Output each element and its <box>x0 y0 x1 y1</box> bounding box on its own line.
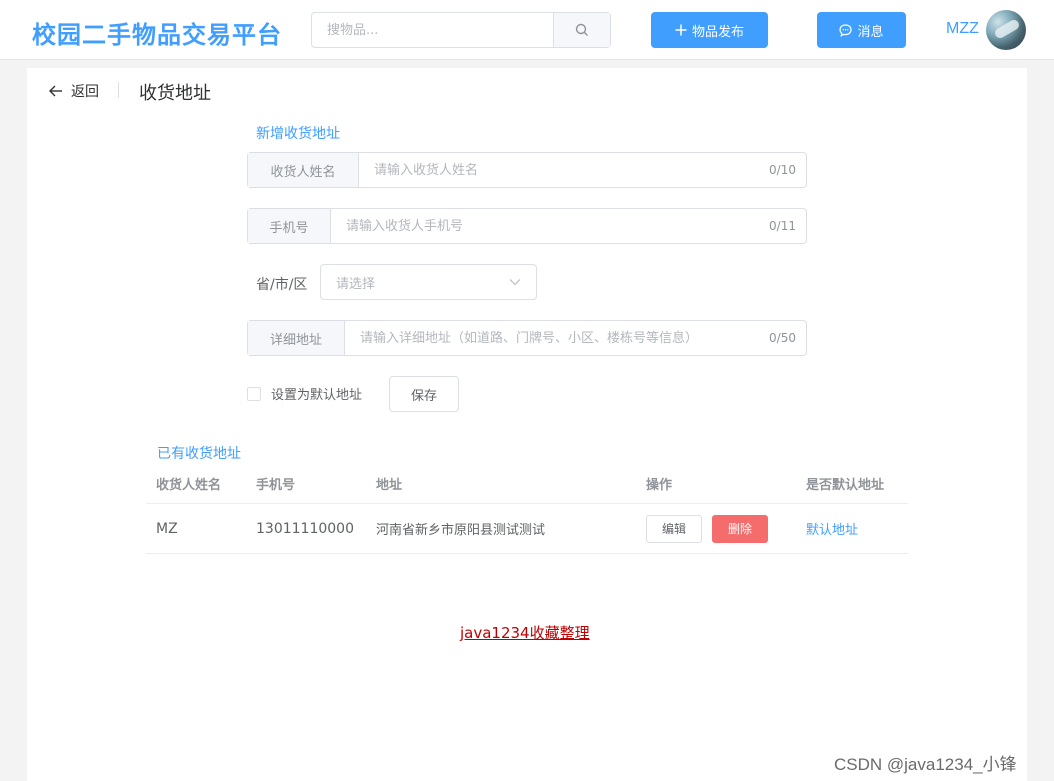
detail-field-label: 详细地址 <box>248 321 345 355</box>
search-icon <box>575 23 588 36</box>
avatar[interactable] <box>986 10 1026 50</box>
message-button[interactable]: 消息 <box>817 12 906 48</box>
row-actions: 编辑 删除 <box>636 514 796 543</box>
detail-input[interactable] <box>345 321 770 355</box>
page-title: 收货地址 <box>139 83 211 104</box>
phone-field-label: 手机号 <box>248 209 331 243</box>
region-label: 省/市/区 <box>256 277 308 293</box>
plus-icon <box>675 24 687 36</box>
message-label: 消息 <box>857 24 884 40</box>
phone-input[interactable] <box>331 209 770 243</box>
chevron-down-icon <box>509 279 521 286</box>
edit-button[interactable]: 编辑 <box>646 514 702 543</box>
detail-count: 0/50 <box>769 331 796 345</box>
site-logo[interactable]: 校园二手物品交易平台 <box>32 15 282 50</box>
publish-button[interactable]: 物品发布 <box>651 12 768 48</box>
phone-field: 手机号 0/11 <box>247 208 807 244</box>
table-row: MZ 13011110000 河南省新乡市原阳县测试测试 编辑 删除 默认地址 <box>146 504 908 554</box>
back-label: 返回 <box>71 84 99 100</box>
publish-label: 物品发布 <box>691 24 744 40</box>
arrow-left-icon <box>49 85 62 97</box>
checkbox-box[interactable] <box>247 386 261 401</box>
region-placeholder: 请选择 <box>336 276 376 292</box>
row-phone: 13011110000 <box>256 520 354 537</box>
column-header: 操作 <box>646 478 673 493</box>
name-field: 收货人姓名 0/10 <box>247 152 807 188</box>
column-header: 地址 <box>376 478 403 493</box>
column-header: 手机号 <box>256 478 296 493</box>
table-header: 收货人姓名 手机号 地址 操作 是否默认地址 <box>146 464 908 504</box>
main-panel: 返回 收货地址 新增收货地址 收货人姓名 0/10 手机号 0/11 省/市/区… <box>27 68 1027 781</box>
column-header: 收货人姓名 <box>156 478 222 493</box>
row-default: 默认地址 <box>796 519 908 538</box>
existing-address-title: 已有收货地址 <box>157 446 241 462</box>
phone-count: 0/11 <box>769 219 796 233</box>
detail-field: 详细地址 0/50 <box>247 320 807 356</box>
default-address-link[interactable]: 默认地址 <box>796 523 858 538</box>
footer-link[interactable]: java1234收藏整理 <box>460 622 590 643</box>
region-select[interactable]: 请选择 <box>320 264 537 300</box>
top-header: 校园二手物品交易平台 物品发布 消息 MZZ <box>0 0 1054 60</box>
search-input[interactable] <box>312 13 553 47</box>
column-header: 是否默认地址 <box>806 478 885 493</box>
row-name: MZ <box>156 520 178 537</box>
watermark: CSDN @java1234_小锋 <box>834 755 1017 774</box>
search-button[interactable] <box>553 13 610 47</box>
save-button[interactable]: 保存 <box>389 376 459 412</box>
default-checkbox[interactable]: 设置为默认地址 <box>247 384 362 403</box>
name-input[interactable] <box>359 153 770 187</box>
username[interactable]: MZZ <box>946 20 979 38</box>
name-field-label: 收货人姓名 <box>248 153 359 187</box>
address-table: 收货人姓名 手机号 地址 操作 是否默认地址 MZ 13011110000 河南… <box>146 464 908 554</box>
name-count: 0/10 <box>769 163 796 177</box>
search-box <box>311 12 611 48</box>
row-address: 河南省新乡市原阳县测试测试 <box>376 523 546 538</box>
chat-bubble-icon <box>839 23 853 37</box>
new-address-title: 新增收货地址 <box>256 126 340 142</box>
header-divider <box>118 82 119 98</box>
back-button[interactable]: 返回 <box>49 81 99 101</box>
default-checkbox-label: 设置为默认地址 <box>271 388 363 403</box>
delete-button[interactable]: 删除 <box>712 514 768 543</box>
